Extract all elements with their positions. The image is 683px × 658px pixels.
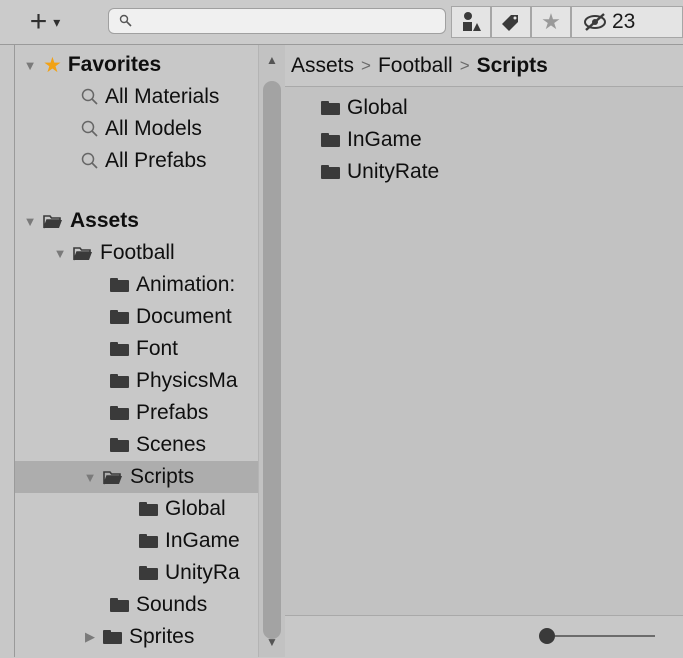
folder-icon — [103, 630, 122, 644]
content-folder-item[interactable]: Global — [321, 92, 408, 124]
folder-label: Scenes — [136, 433, 207, 456]
folder-icon — [110, 342, 129, 356]
hidden-count: 23 — [612, 10, 636, 33]
favorite-item[interactable]: All Prefabs — [81, 145, 207, 177]
folder-icon — [110, 310, 129, 324]
breadcrumb-item[interactable]: Football — [378, 54, 453, 78]
folder-icon — [139, 534, 158, 548]
search-icon — [81, 88, 98, 105]
star-icon: ★ — [541, 9, 561, 34]
tree-item-folder[interactable]: Font — [110, 333, 178, 365]
folder-label: Sounds — [136, 593, 208, 616]
folder-open-icon — [103, 470, 122, 484]
breadcrumb-separator-icon: > — [361, 55, 371, 75]
project-toolbar: + ▾ ★ 23 — [0, 0, 683, 45]
tree-item-sprites[interactable]: ▶ Sprites — [83, 621, 194, 653]
folder-label: Global — [165, 497, 226, 520]
tree-item-folder[interactable]: Document — [110, 301, 232, 333]
expand-arrow-icon[interactable]: ▼ — [53, 246, 67, 261]
expand-arrow-icon[interactable]: ▼ — [83, 470, 97, 485]
folder-open-icon — [73, 246, 92, 260]
scrollbar-thumb[interactable] — [263, 81, 281, 639]
tree-item-folder[interactable]: PhysicsMa — [110, 365, 238, 397]
tree-item-folder[interactable]: Global — [139, 493, 226, 525]
breadcrumb-separator-icon: > — [459, 55, 470, 75]
folder-label: Sprites — [129, 625, 195, 648]
tree-item-folder[interactable]: InGame — [139, 525, 240, 557]
chevron-down-icon: ▾ — [53, 13, 61, 30]
favorites-label: Favorites — [67, 53, 162, 76]
folder-icon — [321, 165, 340, 179]
scripts-label: Scripts — [130, 465, 195, 488]
search-by-label-button[interactable] — [491, 6, 531, 38]
breadcrumb-item[interactable]: Assets — [291, 54, 354, 78]
folder-icon — [321, 101, 340, 115]
tree-scrollbar[interactable]: ▲ ▼ — [258, 45, 286, 657]
create-button[interactable]: + ▾ — [0, 6, 90, 38]
folder-icon — [321, 133, 340, 147]
tree-item-folder[interactable]: Sounds — [110, 589, 207, 621]
content-folder-item[interactable]: UnityRate — [321, 156, 439, 188]
folder-label: Font — [136, 337, 179, 360]
favorite-item[interactable]: All Models — [81, 113, 202, 145]
tree-item-folder[interactable]: Prefabs — [110, 397, 208, 429]
icon-size-slider-track[interactable] — [555, 635, 655, 637]
folder-icon — [110, 406, 129, 420]
folder-label: Prefabs — [136, 401, 209, 424]
search-icon — [119, 14, 132, 27]
favorite-label: All Materials — [105, 85, 220, 108]
tree-item-assets[interactable]: ▼ Assets — [23, 205, 139, 237]
folder-icon — [110, 374, 129, 388]
folder-open-icon — [43, 214, 62, 228]
folder-icon — [110, 278, 129, 292]
folder-icon — [139, 566, 158, 580]
breadcrumb: Assets > Football > Scripts — [285, 45, 683, 87]
shapes-icon — [463, 12, 481, 31]
plus-icon: + — [29, 5, 48, 38]
folder-icon — [139, 502, 158, 516]
folder-label: UnityRate — [347, 160, 440, 183]
tree-item-folder[interactable]: Scenes — [110, 429, 206, 461]
tree-item-favorites[interactable]: ▼ ★ Favorites — [23, 49, 162, 81]
tree-item-scripts[interactable]: ▼ Scripts — [15, 461, 258, 493]
folder-icon — [110, 598, 129, 612]
tag-icon — [502, 15, 518, 31]
football-label: Football — [100, 241, 175, 264]
scroll-down-icon[interactable]: ▼ — [259, 635, 285, 649]
favorite-item[interactable]: All Materials — [81, 81, 219, 113]
hidden-packages-button[interactable]: 23 — [571, 6, 683, 38]
favorite-label: All Prefabs — [105, 149, 207, 172]
expand-arrow-icon[interactable]: ▶ — [83, 629, 97, 644]
scroll-up-icon[interactable]: ▲ — [259, 53, 285, 67]
folder-label: InGame — [165, 529, 240, 552]
expand-arrow-icon[interactable]: ▼ — [23, 214, 37, 229]
folder-icon — [110, 438, 129, 452]
folder-label: InGame — [347, 128, 422, 151]
content-folder-item[interactable]: InGame — [321, 124, 422, 156]
search-icon — [81, 120, 98, 137]
eye-slash-icon — [584, 13, 606, 31]
folder-contents-panel: Assets > Football > Scripts Global InGam… — [285, 45, 683, 658]
search-icon — [81, 152, 98, 169]
folder-label: Document — [136, 305, 232, 328]
folder-label: PhysicsMa — [136, 369, 238, 392]
assets-label: Assets — [70, 209, 139, 232]
star-icon: ★ — [43, 53, 62, 77]
tree-item-folder[interactable]: Animation: — [110, 269, 235, 301]
folder-label: Animation: — [136, 273, 236, 296]
favorite-label: All Models — [105, 117, 202, 140]
favorites-button[interactable]: ★ — [531, 6, 571, 38]
breadcrumb-current[interactable]: Scripts — [477, 54, 548, 78]
search-input[interactable] — [108, 8, 446, 34]
bottom-bar — [285, 615, 683, 658]
tree-item-folder[interactable]: UnityRa — [139, 557, 240, 589]
icon-size-slider-handle[interactable] — [539, 628, 555, 644]
expand-arrow-icon[interactable]: ▼ — [23, 58, 37, 73]
folder-tree-panel: ▼ ★ Favorites All Materials All Models A… — [14, 45, 258, 657]
folder-label: UnityRa — [165, 561, 240, 584]
search-by-type-button[interactable] — [451, 6, 491, 38]
tree-item-football[interactable]: ▼ Football — [53, 237, 175, 269]
folder-label: Global — [347, 96, 408, 119]
